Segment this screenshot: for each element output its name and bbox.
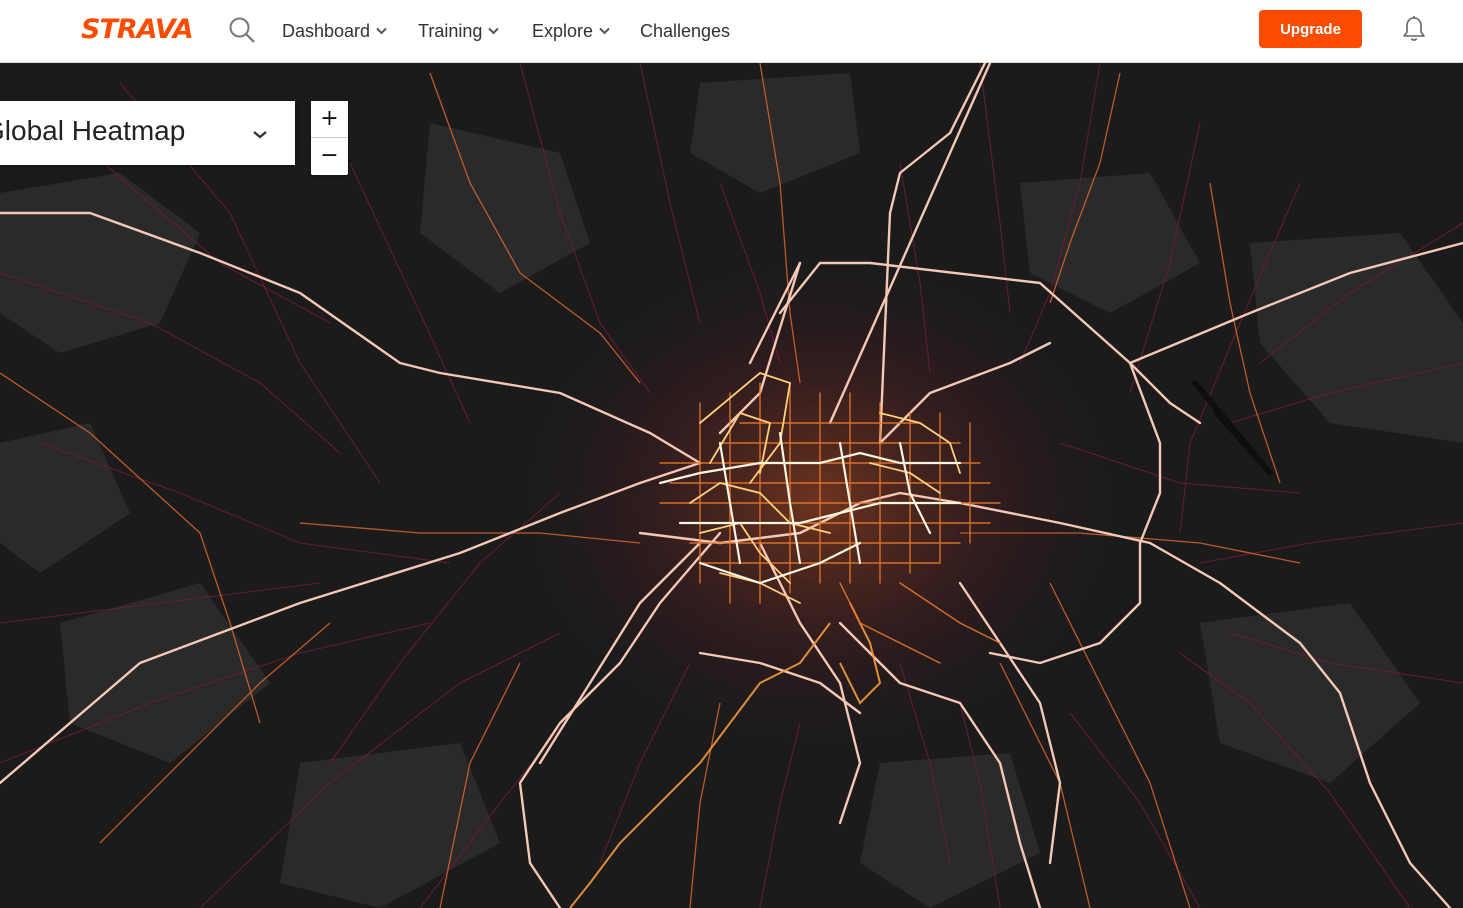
map-type-label: Global Heatmap <box>0 115 186 146</box>
upgrade-button[interactable]: Upgrade <box>1259 10 1362 48</box>
zoom-controls: + − <box>311 101 348 175</box>
heatmap-map[interactable]: Global Heatmap + − <box>0 63 1463 908</box>
nav-explore[interactable]: Explore <box>532 19 610 43</box>
nav-challenges-label: Challenges <box>640 20 731 41</box>
nav-dashboard[interactable]: Dashboard <box>282 19 387 43</box>
map-type-selector[interactable]: Global Heatmap <box>0 101 295 165</box>
chevron-down-icon <box>253 131 267 139</box>
nav-explore-label: Explore <box>532 20 594 41</box>
strava-logo[interactable]: STRAVA <box>81 14 194 46</box>
nav-dashboard-label: Dashboard <box>282 20 371 41</box>
nav-challenges[interactable]: Challenges <box>640 19 730 43</box>
zoom-in-button[interactable]: + <box>311 101 348 138</box>
heatmap-canvas <box>0 63 1463 908</box>
nav-training[interactable]: Training <box>418 19 500 43</box>
zoom-out-button[interactable]: − <box>311 138 348 174</box>
chevron-down-icon <box>376 27 387 35</box>
nav-training-label: Training <box>418 20 483 41</box>
bell-icon[interactable] <box>1401 15 1427 43</box>
airport <box>1192 380 1273 476</box>
chevron-down-icon <box>488 27 500 35</box>
chevron-down-icon <box>599 27 610 35</box>
top-navigation: STRAVA Dashboard Training Explore Challe… <box>0 0 1463 63</box>
search-icon[interactable] <box>228 16 256 44</box>
